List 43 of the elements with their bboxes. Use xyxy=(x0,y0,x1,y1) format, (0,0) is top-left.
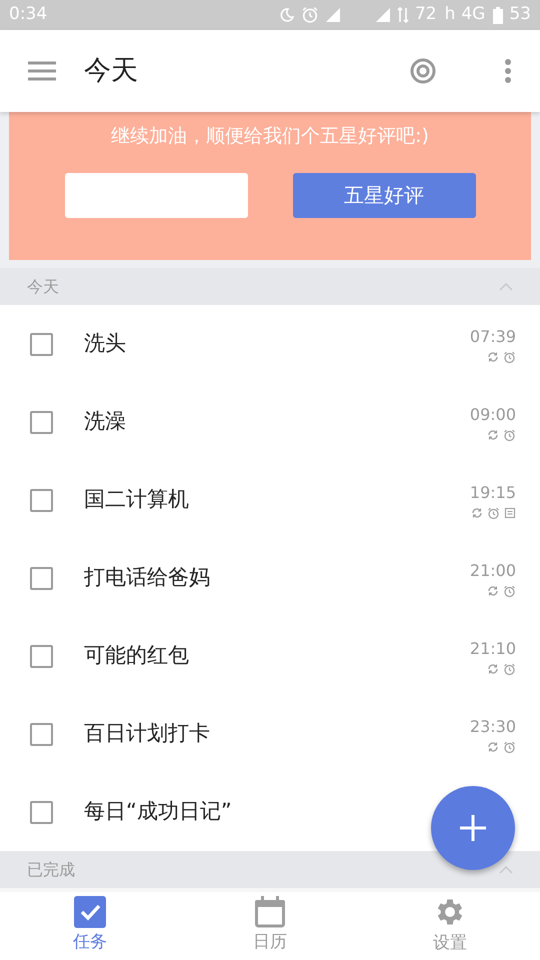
task-checkbox[interactable] xyxy=(30,800,53,824)
menu-icon[interactable] xyxy=(28,61,56,81)
page-title: 今天 xyxy=(84,54,138,88)
task-checkbox[interactable] xyxy=(30,722,53,746)
task-time: 23:30 xyxy=(470,716,516,738)
banner-message: 继续加油，顺便给我们个五星好评吧:) xyxy=(111,124,429,149)
task-title: 百日计划打卡 xyxy=(84,720,211,748)
section-title: 今天 xyxy=(27,276,60,298)
task-title: 洗头 xyxy=(84,330,127,358)
section-title: 已完成 xyxy=(27,858,76,880)
data-arrows-icon xyxy=(396,7,409,23)
nav-tab[interactable]: 日历 xyxy=(180,892,360,960)
section-header[interactable]: 已完成 xyxy=(0,851,540,888)
nav-tab[interactable]: 设置 xyxy=(360,892,540,960)
rate-button[interactable]: 五星好评 xyxy=(292,172,476,218)
task-checkbox[interactable] xyxy=(30,566,53,590)
input-field[interactable] xyxy=(64,172,248,218)
task-time: 19:15 xyxy=(470,482,516,504)
task-title: 洗澡 xyxy=(84,408,127,436)
task-title: 打电话给爸妈 xyxy=(84,564,211,592)
alarm-icon xyxy=(300,6,319,24)
calendar-icon xyxy=(253,896,287,928)
more-icon[interactable] xyxy=(504,58,512,84)
task-checkbox[interactable] xyxy=(30,488,53,512)
task-time: 21:00 xyxy=(470,560,516,582)
task-checkbox[interactable] xyxy=(30,410,53,434)
task-time: 07:39 xyxy=(470,326,516,348)
task-checkbox[interactable] xyxy=(30,332,53,356)
task-time: 09:00 xyxy=(470,404,516,426)
task-title: 每日“成功日记” xyxy=(84,798,233,826)
nav-tab[interactable]: 任务 xyxy=(0,892,180,960)
battery-icon xyxy=(493,6,504,24)
task-title: 可能的红包 xyxy=(84,642,190,670)
checkbox-icon xyxy=(73,896,107,928)
signal-icon xyxy=(374,7,391,23)
target-icon[interactable] xyxy=(410,58,436,84)
section-header[interactable]: 今天 xyxy=(0,268,540,305)
moon-icon xyxy=(278,7,295,23)
signal-icon xyxy=(324,7,341,23)
task-time: 21:10 xyxy=(470,638,516,660)
task-checkbox[interactable] xyxy=(30,644,53,668)
task-title: 国二计算机 xyxy=(84,486,190,514)
plus-icon xyxy=(460,815,486,841)
